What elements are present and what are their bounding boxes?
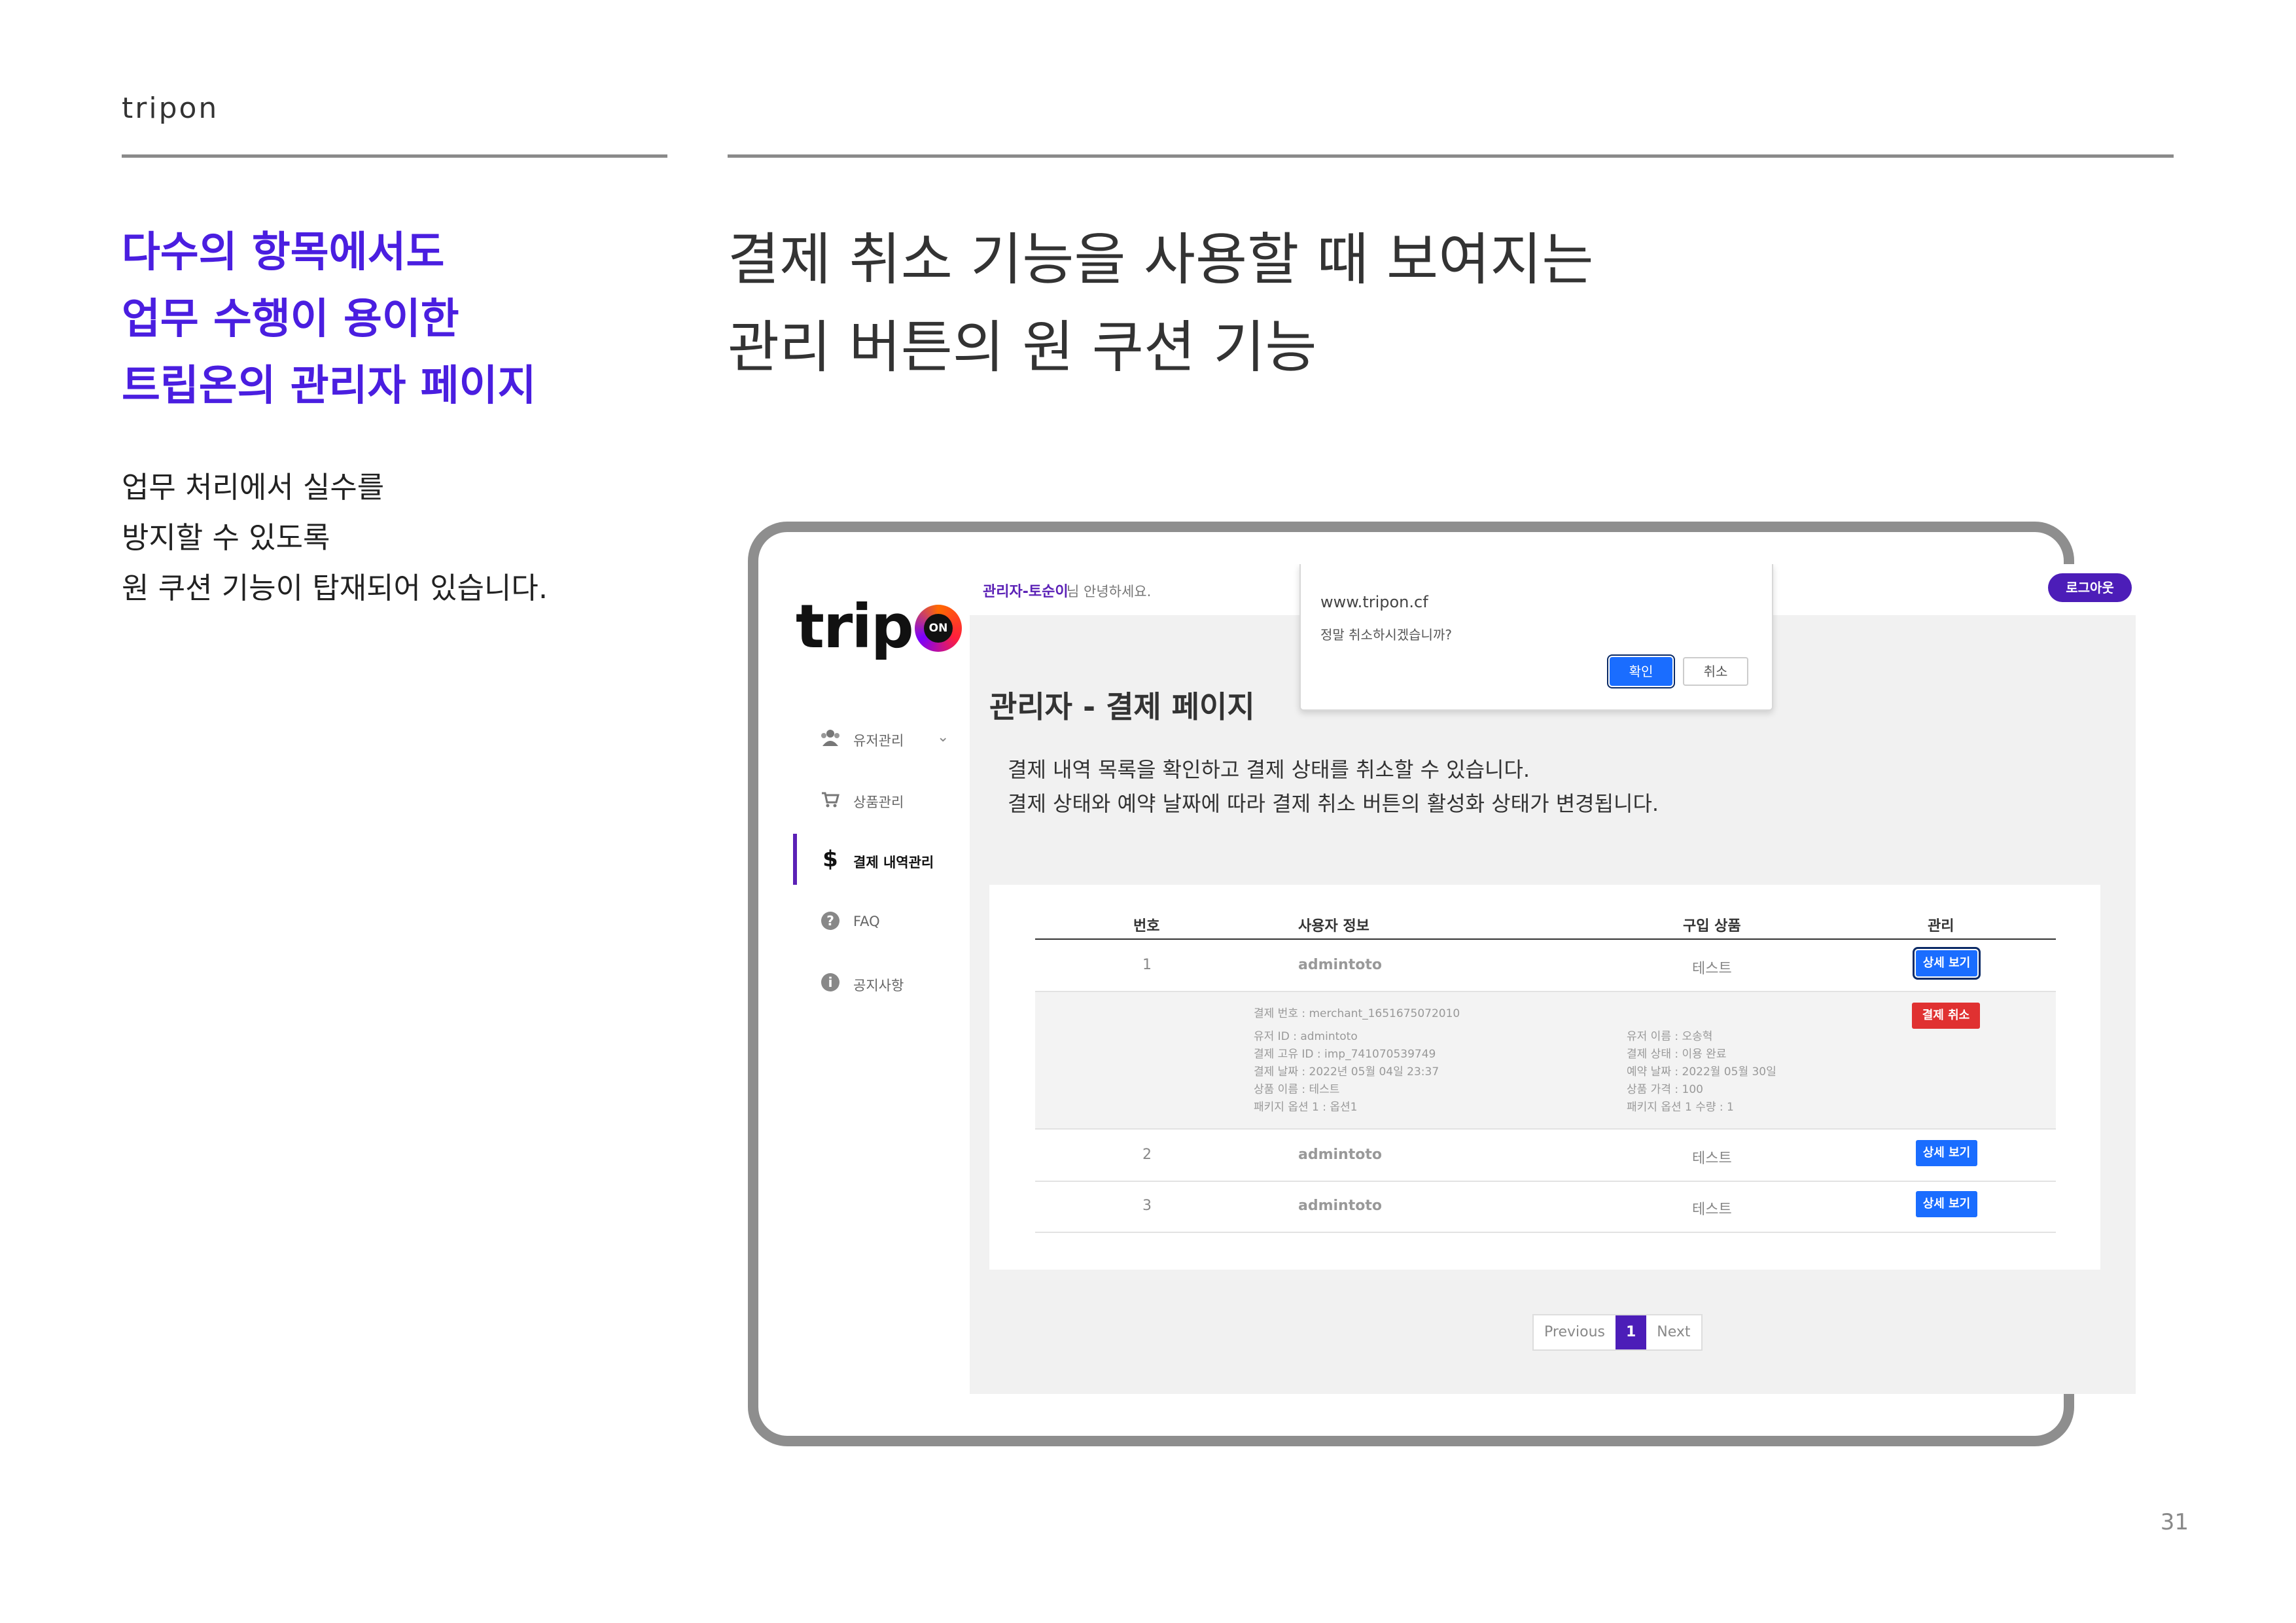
column-header-user: 사용자 정보 (1298, 918, 1369, 935)
brand-logo-text: tripon (122, 92, 219, 125)
row-user: admintoto (1298, 1198, 1382, 1214)
detail-button[interactable]: 상세 보기 (1916, 1191, 1977, 1217)
right-divider (728, 154, 2174, 158)
detail-button[interactable]: 상세 보기 (1916, 1140, 1977, 1166)
info-icon: i (821, 972, 840, 992)
main-content: 관리자 - 결제 페이지 결제 내역 목록을 확인하고 결제 상태를 취소할 수… (970, 615, 2136, 1394)
payment-detail-panel: 결제 번호 : merchant_1651675072010 유저 ID : a… (1035, 992, 2056, 1130)
greeting-text: 님 안녕하세요. (1067, 584, 1152, 599)
side-headline-line: 업무 수행이 용이한 (122, 295, 459, 344)
logout-button[interactable]: 로그아웃 (2048, 573, 2132, 602)
app-screen: trip ON 유저관리 ⌄ 상품관리 $ 결제 내역관리 ? FAQ i 공지… (793, 564, 2136, 1394)
detail-line: 패키지 옵션 1 수량 : 1 (1627, 1101, 1734, 1114)
slide-title: 결제 취소 기능을 사용할 때 보여지는 관리 버튼의 원 쿠션 기능 (728, 216, 1593, 391)
column-header-product: 구입 상품 (1683, 918, 1741, 935)
dollar-icon: $ (822, 846, 838, 872)
column-header-number: 번호 (1133, 918, 1160, 935)
detail-line: 예약 날짜 : 2022월 05월 30일 (1627, 1065, 1776, 1079)
payments-table: 번호 사용자 정보 구입 상품 관리 1 admintoto 테스트 상세 보기… (989, 885, 2100, 1270)
side-description: 업무 처리에서 실수를 방지할 수 있도록 원 쿠션 기능이 탑재되어 있습니다… (122, 462, 548, 613)
logo-wordmark: trip (796, 592, 914, 662)
detail-line: 유저 ID : admintoto (1254, 1030, 1358, 1043)
row-user: admintoto (1298, 1147, 1382, 1163)
app-logo[interactable]: trip ON (793, 592, 970, 677)
detail-right-column: 유저 이름 : 오송혁 결제 상태 : 이용 완료 예약 날짜 : 2022월 … (1627, 1028, 1776, 1116)
detail-line: 유저 이름 : 오송혁 (1627, 1030, 1713, 1043)
pagination-page-current[interactable]: 1 (1615, 1315, 1647, 1349)
sidebar-item-label: 유저관리 (853, 733, 904, 749)
question-icon: ? (821, 911, 840, 931)
side-headline-line: 트립온의 관리자 페이지 (122, 362, 537, 410)
row-user: admintoto (1298, 957, 1382, 973)
dialog-cancel-button[interactable]: 취소 (1683, 657, 1748, 686)
row-number: 3 (1142, 1198, 1152, 1214)
users-icon (821, 728, 840, 747)
pagination-next[interactable]: Next (1646, 1315, 1701, 1349)
side-description-line: 업무 처리에서 실수를 (122, 470, 385, 505)
intro-line: 결제 내역 목록을 확인하고 결제 상태를 취소할 수 있습니다. (1008, 757, 1530, 782)
intro-line: 결제 상태와 예약 날짜에 따라 결제 취소 버튼의 활성화 상태가 변경됩니다… (1008, 791, 1659, 816)
dialog-message: 정말 취소하시겠습니까? (1320, 627, 1452, 643)
row-product: 테스트 (1692, 961, 1732, 977)
pagination-previous[interactable]: Previous (1534, 1315, 1616, 1349)
table-row[interactable]: 1 admintoto 테스트 상세 보기 (1035, 940, 2056, 992)
sidebar-item-notices[interactable]: i 공지사항 (793, 957, 970, 1008)
row-product: 테스트 (1692, 1150, 1732, 1167)
greeting-username: 관리자-토순이 (983, 584, 1069, 600)
column-header-manage: 관리 (1928, 918, 1954, 935)
page-intro: 결제 내역 목록을 확인하고 결제 상태를 취소할 수 있습니다. 결제 상태와… (1008, 753, 1659, 821)
sidebar-item-faq[interactable]: ? FAQ (793, 895, 970, 946)
svg-text:i: i (828, 974, 833, 990)
page-title: 관리자 - 결제 페이지 (989, 689, 1255, 724)
table-row[interactable]: 3 admintoto 테스트 상세 보기 (1035, 1181, 2056, 1233)
table-row[interactable]: 2 admintoto 테스트 상세 보기 (1035, 1130, 2056, 1182)
side-headline: 다수의 항목에서도 업무 수행이 용이한 트립온의 관리자 페이지 (122, 219, 536, 419)
logo-badge-text: ON (924, 614, 953, 643)
detail-line: 결제 번호 : merchant_1651675072010 (1254, 1007, 1460, 1020)
sidebar-item-label: FAQ (853, 914, 880, 929)
side-description-line: 방지할 수 있도록 (122, 520, 330, 555)
sidebar-item-label: 결제 내역관리 (853, 855, 934, 870)
detail-line: 상품 가격 : 100 (1627, 1083, 1703, 1096)
row-product: 테스트 (1692, 1202, 1732, 1218)
slide-title-line: 관리 버튼의 원 쿠션 기능 (728, 315, 1317, 380)
svg-text:?: ? (826, 913, 834, 929)
sidebar: trip ON 유저관리 ⌄ 상품관리 $ 결제 내역관리 ? FAQ i 공지… (793, 564, 971, 1394)
logo-badge-icon: ON (915, 605, 962, 652)
cancel-payment-button[interactable]: 결제 취소 (1912, 1003, 1980, 1029)
sidebar-item-payments[interactable]: $ 결제 내역관리 (793, 834, 970, 885)
pagination: Previous 1 Next (1532, 1314, 1703, 1351)
cart-icon (821, 789, 840, 809)
sidebar-item-label: 상품관리 (853, 794, 904, 810)
detail-left-column: 결제 번호 : merchant_1651675072010 유저 ID : a… (1254, 1005, 1460, 1116)
detail-line: 결제 상태 : 이용 완료 (1627, 1048, 1727, 1061)
sidebar-item-products[interactable]: 상품관리 (793, 774, 970, 825)
active-indicator (793, 834, 797, 885)
left-divider (122, 154, 667, 158)
sidebar-item-label: 공지사항 (853, 978, 904, 993)
sidebar-item-users[interactable]: 유저관리 ⌄ (793, 712, 970, 763)
detail-line: 상품 이름 : 테스트 (1254, 1083, 1340, 1096)
dialog-site: www.tripon.cf (1320, 593, 1428, 611)
row-number: 2 (1142, 1147, 1152, 1163)
chevron-down-icon: ⌄ (937, 729, 949, 745)
detail-line: 패키지 옵션 1 : 옵션1 (1254, 1101, 1358, 1114)
page-number: 31 (2160, 1509, 2189, 1535)
slide-title-line: 결제 취소 기능을 사용할 때 보여지는 (728, 227, 1594, 293)
row-number: 1 (1142, 957, 1152, 973)
dialog-ok-button[interactable]: 확인 (1607, 654, 1675, 688)
side-headline-line: 다수의 항목에서도 (122, 228, 445, 277)
detail-button[interactable]: 상세 보기 (1913, 947, 1981, 980)
side-description-line: 원 쿠션 기능이 탑재되어 있습니다. (122, 571, 548, 605)
detail-line: 결제 고유 ID : imp_741070539749 (1254, 1048, 1436, 1061)
detail-line: 결제 날짜 : 2022년 05월 04일 23:37 (1254, 1065, 1439, 1079)
confirm-dialog: www.tripon.cf 정말 취소하시겠습니까? 확인 취소 (1299, 564, 1773, 711)
